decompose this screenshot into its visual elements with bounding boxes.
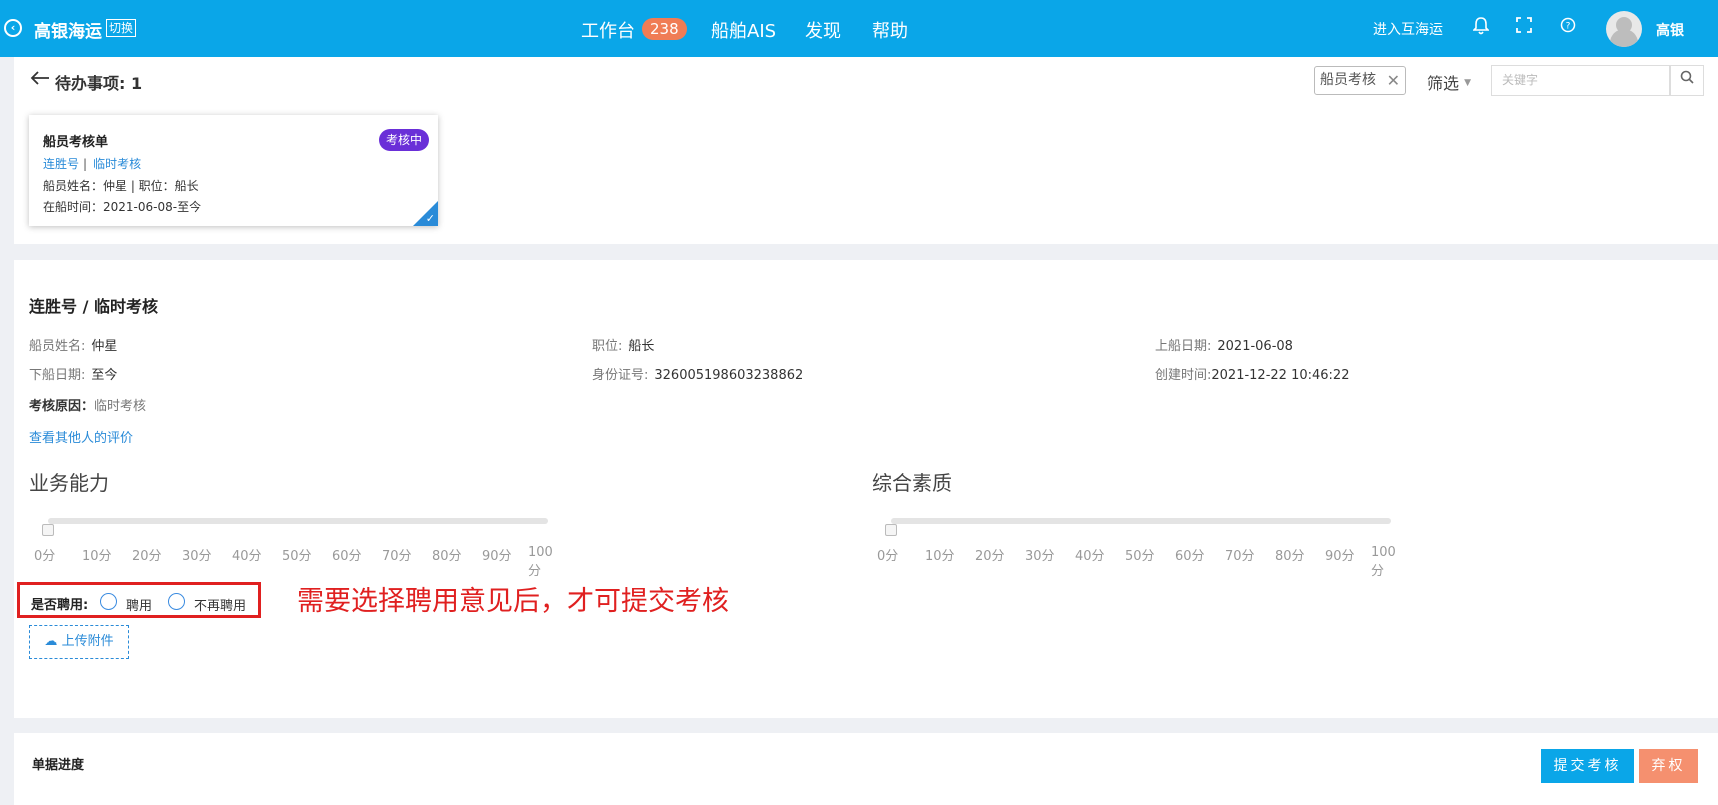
nav-help[interactable]: 帮助 — [872, 17, 908, 43]
business-ability-title: 业务能力 — [29, 471, 109, 495]
overall-quality-scale: 0分 10分 20分 30分 40分 50分 60分 70分 80分 90分 1… — [877, 545, 1407, 579]
upload-attachment-button[interactable]: ☁ 上传附件 — [29, 625, 129, 659]
detail-title: 连胜号 / 临时考核 — [29, 297, 158, 316]
scale-tick: 20分 — [975, 549, 1005, 564]
scale-tick: 60分 — [332, 549, 362, 564]
card-title: 船员考核单 — [43, 135, 109, 150]
upload-label: 上传附件 — [61, 634, 114, 649]
scale-tick: 100分 — [528, 545, 553, 579]
todo-panel: 待办事项: 1 船员考核 ✕ 筛选 ▼ 关键字 船员考核单 考核中 连胜号 | 临时… — [14, 57, 1718, 244]
waive-button[interactable]: 弃权 — [1639, 749, 1698, 783]
scale-tick: 0分 — [34, 549, 56, 564]
submit-review-button[interactable]: 提交考核 — [1541, 749, 1634, 783]
field-leave-date: 下船日期: 至今 — [29, 368, 118, 383]
card-links: 连胜号 | 临时考核 — [43, 157, 142, 171]
arrow-left-icon[interactable] — [30, 67, 50, 91]
field-id-number: 身份证号: 326005198603238862 — [592, 368, 804, 383]
filter-label: 筛选 — [1427, 74, 1460, 93]
hire-label: 是否聘用: — [31, 598, 89, 613]
radio-hire[interactable] — [100, 593, 117, 610]
check-icon: ✓ — [425, 212, 435, 225]
todo-title: 待办事项: 1 — [55, 74, 143, 93]
scale-tick: 40分 — [232, 549, 262, 564]
nav-ship-ais[interactable]: 船舶AIS — [711, 17, 776, 43]
overall-quality-slider[interactable] — [891, 518, 1391, 524]
overall-quality-handle[interactable] — [885, 524, 897, 536]
scale-tick: 70分 — [1225, 549, 1255, 564]
scale-tick: 100分 — [1371, 545, 1396, 579]
search-input[interactable]: 关键字 — [1491, 65, 1670, 96]
card-crew-info: 船员姓名：仲星 | 职位：船长 — [43, 179, 199, 193]
scale-tick: 80分 — [1275, 549, 1305, 564]
switch-company-button[interactable]: 切换 — [106, 19, 137, 37]
fullscreen-icon[interactable] — [1514, 17, 1534, 37]
scale-tick: 50分 — [282, 549, 312, 564]
scale-tick: 10分 — [925, 549, 955, 564]
field-crew-name: 船员姓名: 仲星 — [29, 339, 118, 354]
scale-tick: 50分 — [1125, 549, 1155, 564]
enter-hhy-link[interactable]: 进入互海运 — [1373, 19, 1443, 39]
avatar[interactable] — [1606, 11, 1642, 47]
overall-quality-title: 综合素质 — [872, 471, 952, 495]
nav-discover[interactable]: 发现 — [805, 17, 841, 43]
filter-dropdown[interactable]: 筛选 ▼ — [1427, 70, 1471, 94]
scale-tick: 40分 — [1075, 549, 1105, 564]
scale-tick: 90分 — [482, 549, 512, 564]
business-ability-scale: 0分 10分 20分 30分 40分 50分 60分 70分 80分 90分 1… — [34, 545, 564, 579]
workbench-count-badge: 238 — [642, 18, 687, 40]
scale-tick: 0分 — [877, 549, 899, 564]
search-icon[interactable] — [1670, 65, 1704, 96]
radio-hire-label[interactable]: 聘用 — [126, 595, 152, 614]
business-ability-slider[interactable] — [48, 518, 548, 524]
progress-title: 单据进度 — [32, 758, 85, 773]
scale-tick: 70分 — [382, 549, 412, 564]
scale-tick: 60分 — [1175, 549, 1205, 564]
top-bar: ‹ 高银海运 切换 工作台 238 船舶AIS 发现 帮助 进入互海运 ? 高银 — [0, 0, 1718, 57]
field-board-date: 上船日期: 2021-06-08 — [1155, 339, 1293, 354]
scale-tick: 10分 — [82, 549, 112, 564]
upload-cloud-icon: ☁ — [44, 634, 58, 649]
nav-workbench[interactable]: 工作台 — [581, 17, 635, 43]
scale-tick: 30分 — [1025, 549, 1055, 564]
filter-tag-label: 船员考核 — [1320, 72, 1376, 88]
hire-option-group: 是否聘用: 聘用 不再聘用 — [17, 582, 261, 618]
scale-tick: 20分 — [132, 549, 162, 564]
card-type-link[interactable]: 临时考核 — [93, 157, 141, 171]
status-badge: 考核中 — [379, 129, 430, 151]
field-reason: 考核原因：临时考核 — [29, 399, 147, 414]
view-others-link[interactable]: 查看其他人的评价 — [29, 427, 133, 446]
filter-tag[interactable]: 船员考核 ✕ — [1314, 66, 1406, 95]
back-circle-icon[interactable]: ‹ — [4, 19, 22, 37]
field-created-time: 创建时间:2021-12-22 10:46:22 — [1155, 368, 1350, 383]
hire-requirement-note: 需要选择聘用意见后，才可提交考核 — [297, 586, 729, 617]
svg-text:?: ? — [1566, 22, 1571, 32]
bell-icon[interactable] — [1471, 17, 1491, 37]
radio-no-hire-label[interactable]: 不再聘用 — [194, 595, 246, 614]
close-icon[interactable]: ✕ — [1387, 67, 1400, 94]
scale-tick: 90分 — [1325, 549, 1355, 564]
caret-down-icon: ▼ — [1464, 78, 1472, 88]
business-ability-handle[interactable] — [42, 524, 54, 536]
card-onboard-time: 在船时间：2021-06-08-至今 — [43, 200, 202, 214]
scale-tick: 30分 — [182, 549, 212, 564]
detail-panel: 连胜号 / 临时考核 船员姓名: 仲星 职位: 船长 上船日期: 2021-06-08… — [14, 260, 1718, 718]
progress-panel: 单据进度 提交考核 弃权 — [14, 733, 1718, 805]
card-ship-link[interactable]: 连胜号 — [43, 157, 79, 171]
brand-name: 高银海运 — [34, 22, 102, 42]
scale-tick: 80分 — [432, 549, 462, 564]
radio-no-hire[interactable] — [168, 593, 185, 610]
todo-card[interactable]: 船员考核单 考核中 连胜号 | 临时考核 船员姓名：仲星 | 职位：船长 在船时间：… — [29, 115, 438, 226]
help-icon[interactable]: ? — [1558, 17, 1578, 37]
field-position: 职位: 船长 — [592, 339, 655, 354]
user-name[interactable]: 高银 — [1656, 20, 1684, 40]
